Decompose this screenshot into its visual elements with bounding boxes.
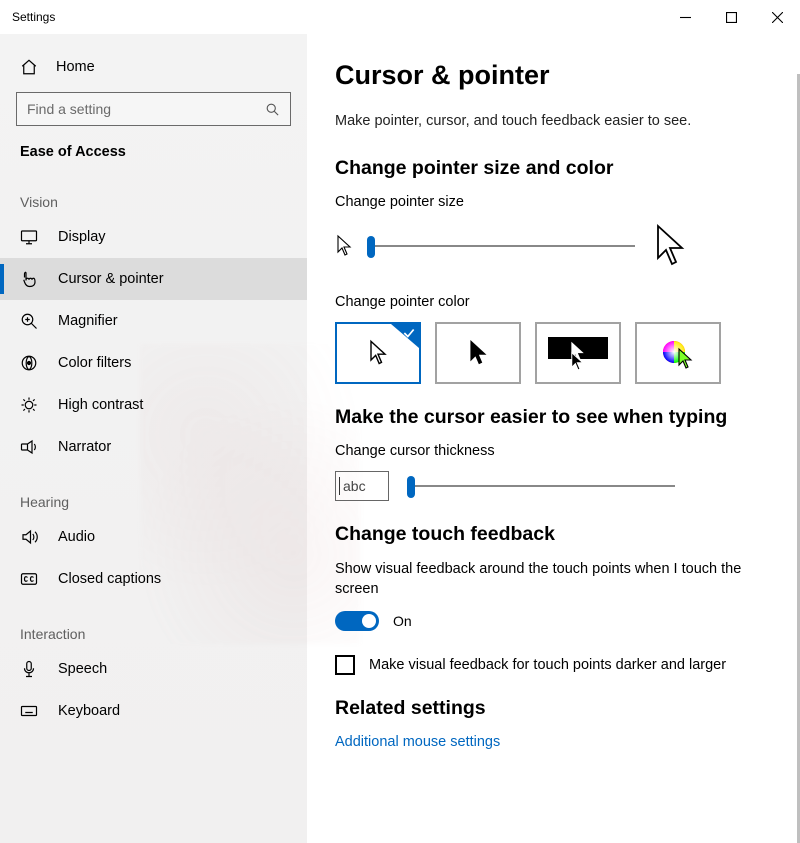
label-pointer-color: Change pointer color	[335, 294, 762, 310]
sidebar-item-narrator[interactable]: Narrator	[0, 426, 307, 468]
keyboard-icon	[20, 702, 38, 720]
sidebar-item-magnifier[interactable]: Magnifier	[0, 300, 307, 342]
slider-thumb[interactable]	[367, 236, 375, 258]
link-additional-mouse-settings[interactable]: Additional mouse settings	[335, 734, 762, 750]
sidebar-item-label: Keyboard	[58, 703, 120, 719]
sidebar-item-closed-captions[interactable]: Closed captions	[0, 558, 307, 600]
sidebar-item-label: Display	[58, 229, 106, 245]
sidebar: Home Find a setting Ease of Access Visio…	[0, 34, 307, 843]
touch-feedback-toggle-row: On	[335, 611, 762, 631]
pointer-size-slider[interactable]	[371, 245, 635, 247]
cursor-thickness-preview: abc	[335, 471, 389, 501]
section-pointer-size-color: Change pointer size and color	[335, 157, 762, 180]
section-related-settings: Related settings	[335, 697, 762, 720]
speech-icon	[20, 660, 38, 678]
home-label: Home	[56, 59, 95, 75]
slider-thumb[interactable]	[407, 476, 415, 498]
audio-icon	[20, 528, 38, 546]
cursor-large-icon	[653, 222, 687, 270]
cursor-thickness-slider[interactable]	[411, 485, 675, 487]
sidebar-item-display[interactable]: Display	[0, 216, 307, 258]
sidebar-item-label: High contrast	[58, 397, 143, 413]
sidebar-item-label: Narrator	[58, 439, 111, 455]
display-icon	[20, 228, 38, 246]
sidebar-item-label: Speech	[58, 661, 107, 677]
high-contrast-icon	[20, 396, 38, 414]
pointer-color-black[interactable]	[435, 322, 521, 384]
cursor-small-icon	[335, 234, 353, 258]
caption-buttons	[662, 0, 800, 34]
sidebar-item-cursor-pointer[interactable]: Cursor & pointer	[0, 258, 307, 300]
sidebar-item-high-contrast[interactable]: High contrast	[0, 384, 307, 426]
pointer-size-row	[335, 222, 762, 270]
check-icon	[402, 326, 416, 340]
window-title: Settings	[12, 10, 55, 24]
close-button[interactable]	[754, 0, 800, 34]
cursor-pointer-icon	[20, 270, 38, 288]
magnifier-icon	[20, 312, 38, 330]
cursor-thickness-row: abc	[335, 471, 762, 501]
touch-feedback-description: Show visual feedback around the touch po…	[335, 560, 762, 599]
color-filters-icon	[20, 354, 38, 372]
closed-captions-icon	[20, 570, 38, 588]
sidebar-item-label: Audio	[58, 529, 95, 545]
sidebar-item-audio[interactable]: Audio	[0, 516, 307, 558]
close-icon	[772, 12, 783, 23]
label-cursor-thickness: Change cursor thickness	[335, 443, 762, 459]
titlebar: Settings	[0, 0, 800, 34]
pointer-color-options	[335, 322, 762, 384]
group-label-interaction: Interaction	[0, 600, 307, 648]
section-touch-feedback: Change touch feedback	[335, 523, 762, 546]
touch-darker-larger-checkbox[interactable]	[335, 655, 355, 675]
main-content: Cursor & pointer Make pointer, cursor, a…	[307, 34, 800, 843]
touch-feedback-toggle[interactable]	[335, 611, 379, 631]
sidebar-item-label: Color filters	[58, 355, 131, 371]
maximize-icon	[726, 12, 737, 23]
abc-sample-text: abc	[343, 478, 366, 494]
group-label-hearing: Hearing	[0, 468, 307, 516]
section-cursor-easier: Make the cursor easier to see when typin…	[335, 406, 762, 429]
label-pointer-size: Change pointer size	[335, 194, 762, 210]
group-label-vision: Vision	[0, 168, 307, 216]
home-icon	[20, 58, 38, 76]
sidebar-section-title: Ease of Access	[0, 140, 307, 168]
sidebar-item-keyboard[interactable]: Keyboard	[0, 690, 307, 732]
home-button[interactable]: Home	[0, 48, 307, 88]
page-title: Cursor & pointer	[335, 60, 762, 91]
sidebar-item-speech[interactable]: Speech	[0, 648, 307, 690]
search-input[interactable]: Find a setting	[16, 92, 291, 126]
minimize-icon	[680, 12, 691, 23]
pointer-color-inverted[interactable]	[535, 322, 621, 384]
sidebar-item-label: Closed captions	[58, 571, 161, 587]
sidebar-item-label: Magnifier	[58, 313, 118, 329]
touch-darker-larger-row[interactable]: Make visual feedback for touch points da…	[335, 655, 762, 675]
toggle-knob	[362, 614, 376, 628]
page-subtitle: Make pointer, cursor, and touch feedback…	[335, 113, 762, 129]
sidebar-item-color-filters[interactable]: Color filters	[0, 342, 307, 384]
pointer-color-white[interactable]	[335, 322, 421, 384]
search-placeholder: Find a setting	[27, 101, 111, 117]
maximize-button[interactable]	[708, 0, 754, 34]
touch-darker-larger-label: Make visual feedback for touch points da…	[369, 657, 726, 673]
sidebar-item-label: Cursor & pointer	[58, 271, 164, 287]
minimize-button[interactable]	[662, 0, 708, 34]
toggle-state-label: On	[393, 613, 412, 629]
pointer-color-custom[interactable]	[635, 322, 721, 384]
search-icon	[265, 102, 280, 117]
narrator-icon	[20, 438, 38, 456]
